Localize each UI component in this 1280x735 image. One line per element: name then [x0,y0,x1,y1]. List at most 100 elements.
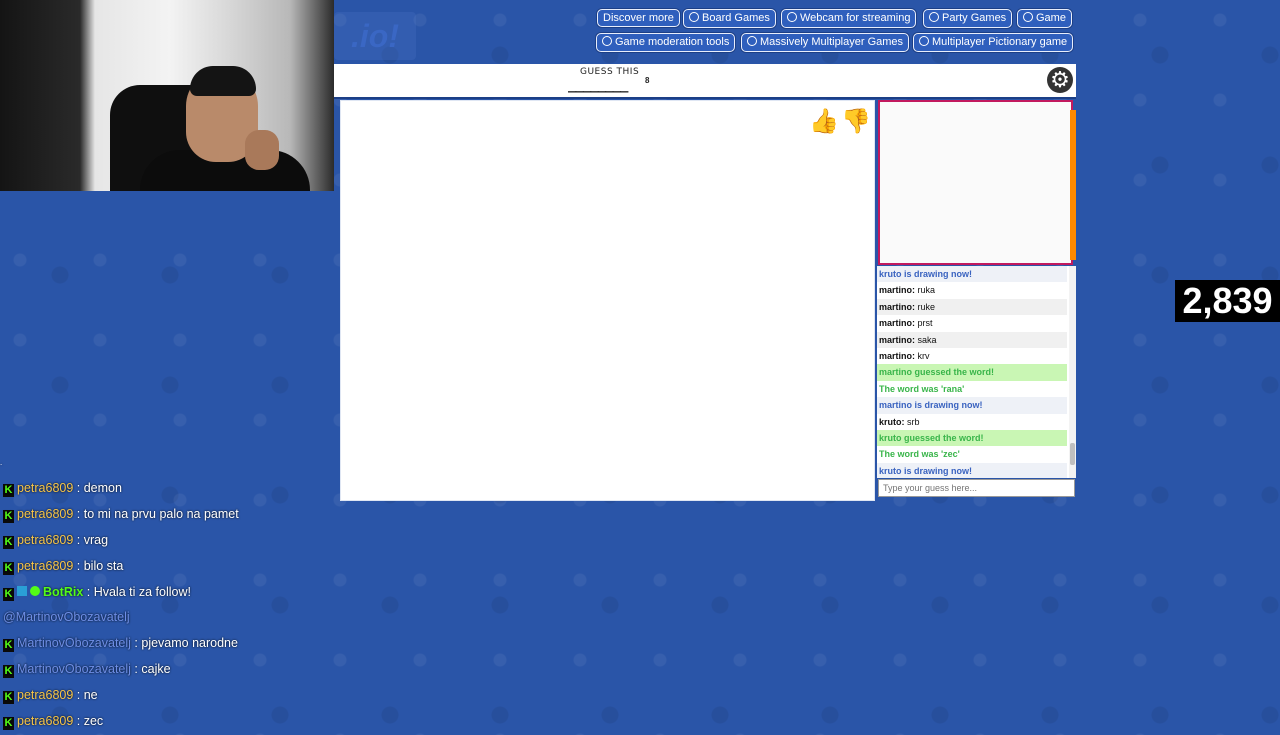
chat-text: ruke [915,301,936,312]
chat-username: kruto: [879,416,905,427]
nav-game[interactable]: Game [1017,9,1072,28]
discover-more-label: Discover more [603,12,674,24]
circle-icon [747,36,757,46]
nav-board-games-label: Board Games [702,12,770,24]
chat-text: saka [915,334,937,345]
drawing-canvas[interactable]: 👍 👎 [340,100,875,501]
nav-webcam-label: Webcam for streaming [800,12,911,24]
kick-badge-icon: K [3,587,14,601]
game-top-bar: GUESS THIS ________ 8 ⚙ [334,64,1076,99]
stream-chat-username[interactable]: petra6809 [17,533,73,547]
chat-text: prst [915,318,933,329]
chat-scrollbar-thumb[interactable] [1070,443,1075,465]
stream-chat-username[interactable]: petra6809 [17,714,73,728]
stream-chat-username[interactable]: petra6809 [17,559,73,573]
kick-badge-icon: K [3,535,14,549]
nav-party-games[interactable]: Party Games [923,9,1013,28]
circle-icon [602,36,612,46]
gear-icon[interactable]: ⚙ [1047,67,1073,93]
stream-chat-message: Kpetra6809 : to mi na prvu palo na pamet [0,502,330,528]
player-list-scrollbar[interactable] [1070,110,1076,260]
nav-moderation-tools[interactable]: Game moderation tools [596,33,736,52]
nav-moderation-label: Game moderation tools [615,36,730,48]
nav-mmo-games[interactable]: Massively Multiplayer Games [741,33,910,52]
stream-chat-text: : demon [73,481,122,495]
stream-chat-username[interactable]: petra6809 [17,481,73,495]
kick-badge-icon: K [3,717,14,731]
verified-badge-icon [30,585,40,596]
kick-badge-icon: K [3,509,14,523]
webcam-streamer-hair [190,66,256,96]
letter-count: 8 [645,76,650,85]
stream-chat-overlay: . Kpetra6809 : demon Kpetra6809 : to mi n… [0,450,330,735]
stream-chat-username[interactable]: petra6809 [17,688,73,702]
stream-chat-text: : ne [73,688,98,703]
stream-chat-text: : bilo sta [73,558,124,573]
kick-badge-icon: K [3,691,14,705]
stream-chat-text: : cajke [130,662,171,677]
nav-pictionary[interactable]: Multiplayer Pictionary game [913,33,1074,52]
chat-message: martino: prst [877,315,1067,331]
stream-chat-dot: . [0,458,3,467]
stream-chat-message: Kpetra6809 : vrag [0,528,330,554]
chat-message: martino guessed the word! [877,364,1067,381]
chat-text: krv [915,350,930,361]
thumbs-down-icon[interactable]: 👎 [841,107,871,136]
chat-message: The word was 'rana' [877,380,1067,398]
stream-chat-message: Kpetra6809 : ne [0,683,330,709]
bot-badge-icon [17,585,27,596]
chat-text: srb [904,416,920,427]
word-blanks: ________ [568,77,628,93]
stream-chat-message: Kpetra6809 : bilo sta [0,554,330,580]
guess-this-label: GUESS THIS [580,67,640,77]
webcam-overlay [0,0,334,191]
chat-message: The word was 'zec' [877,446,1067,463]
stream-chat-text: : vrag [73,532,109,547]
circle-icon [1023,12,1033,22]
circle-icon [787,12,797,22]
viewer-count: 2,839 [1175,280,1280,322]
chat-message: martino: ruke [877,298,1067,316]
site-logo[interactable]: .io! [334,12,416,60]
circle-icon [929,12,939,22]
stream-chat-message: Kpetra6809 : demon [0,476,330,502]
chat-message: kruto is drawing now! [877,462,1067,478]
stream-chat-username[interactable]: MartinovObozavatelj [17,636,131,650]
chat-username: martino: [879,301,915,312]
circle-icon [689,12,699,22]
stream-chat-username[interactable]: petra6809 [17,507,73,521]
circle-icon [919,36,929,46]
chat-message: martino: saka [877,331,1067,348]
nav-board-games[interactable]: Board Games [683,9,776,28]
stream-chat-message: @MartinovObozavatelj [0,605,330,631]
stream-chat-text: : zec [73,714,104,729]
player-list-panel [878,100,1073,265]
chat-message: kruto guessed the word! [877,429,1067,447]
nav-webcam-streaming[interactable]: Webcam for streaming [781,9,917,28]
stream-chat-text: : Hvala ti za follow! [83,584,191,599]
kick-badge-icon: K [3,561,14,575]
kick-badge-icon: K [3,639,14,653]
nav-mmo-label: Massively Multiplayer Games [760,36,904,48]
kick-badge-icon: K [3,484,14,497]
chat-username: martino: [879,285,915,296]
discover-more-button[interactable]: Discover more [597,9,680,27]
chat-message: martino: ruka [877,282,1067,298]
stream-chat-text: : to mi na prvu palo na pamet [73,506,239,521]
chat-username: martino: [879,318,915,329]
chat-text: ruka [915,285,936,296]
stream-chat-message: K MartinovObozavatelj : pjevamo narodne [0,631,330,657]
webcam-streamer-hand [245,130,279,170]
nav-pictionary-label: Multiplayer Pictionary game [932,36,1068,48]
chat-username: martino: [879,350,915,361]
stream-chat-message: K BotRix : Hvala ti za follow! [0,580,330,606]
game-chat-log: kruto is drawing now! martino: ruka martin… [877,266,1076,478]
stream-chat-message: Kpetra6809 : zec [0,709,330,735]
guess-input[interactable] [878,479,1075,497]
thumbs-up-icon[interactable]: 👍 [809,107,839,136]
stream-chat-mention: @MartinovObozavatelj [3,610,130,625]
chat-message: kruto is drawing now! [877,266,1067,283]
stream-chat-username[interactable]: BotRix [43,585,83,599]
stream-chat-username[interactable]: MartinovObozavatelj [17,662,131,676]
chat-message: martino: krv [877,348,1067,364]
